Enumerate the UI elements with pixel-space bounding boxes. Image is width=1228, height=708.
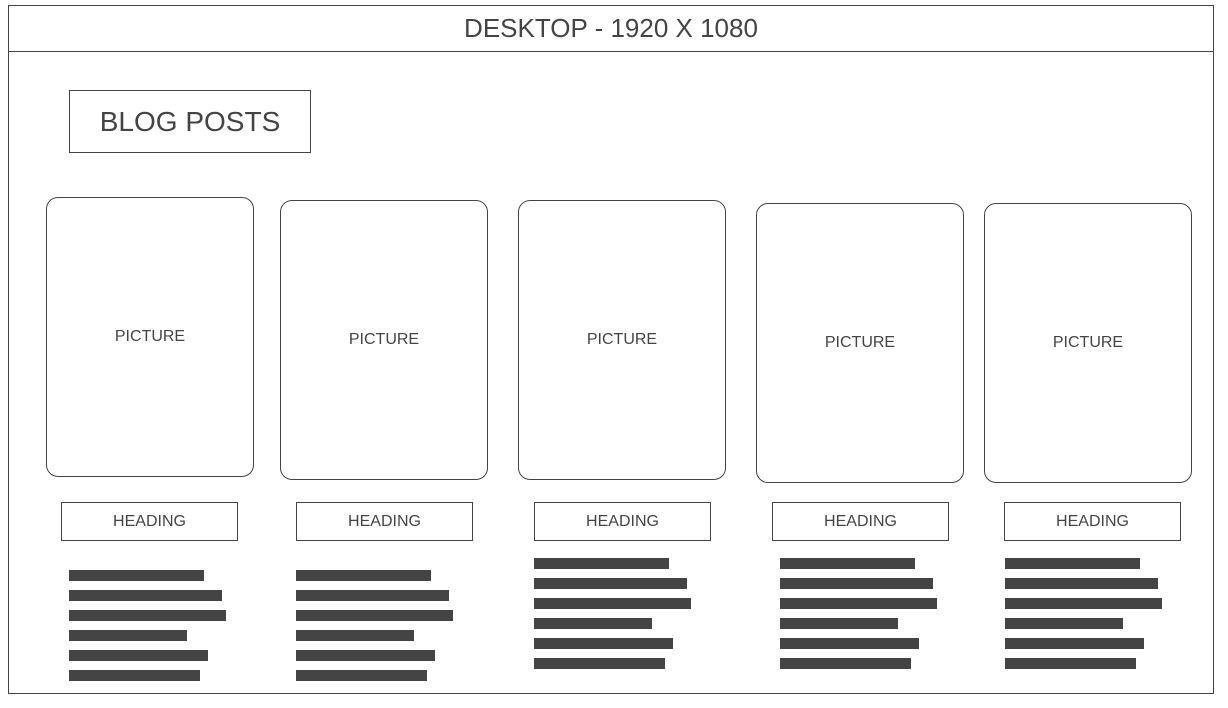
text-line <box>69 610 226 621</box>
text-line <box>296 650 435 661</box>
text-line <box>1005 578 1158 589</box>
section-label-blog-posts: BLOG POSTS <box>69 90 311 153</box>
text-line <box>534 618 652 629</box>
page-title: DESKTOP - 1920 X 1080 <box>9 6 1213 52</box>
desktop-frame: DESKTOP - 1920 X 1080 BLOG POSTS PICTURE… <box>8 5 1214 694</box>
text-line <box>780 638 919 649</box>
text-line <box>296 610 453 621</box>
text-line <box>780 558 915 569</box>
text-line <box>534 578 687 589</box>
post-heading-2[interactable]: HEADING <box>296 502 473 541</box>
post-heading-1[interactable]: HEADING <box>61 502 238 541</box>
text-line <box>1005 638 1144 649</box>
post-heading-3[interactable]: HEADING <box>534 502 711 541</box>
text-line <box>69 570 204 581</box>
text-line <box>1005 618 1123 629</box>
post-heading-4[interactable]: HEADING <box>772 502 949 541</box>
post-heading-5[interactable]: HEADING <box>1004 502 1181 541</box>
post-picture-5[interactable]: PICTURE <box>984 203 1192 483</box>
text-line <box>296 570 431 581</box>
text-line <box>1005 558 1140 569</box>
text-line <box>69 650 208 661</box>
text-line <box>534 638 673 649</box>
text-line <box>780 618 898 629</box>
text-line <box>69 670 200 681</box>
post-picture-3[interactable]: PICTURE <box>518 200 726 480</box>
text-line <box>780 578 933 589</box>
text-line <box>296 670 427 681</box>
text-line <box>534 658 665 669</box>
text-line <box>780 658 911 669</box>
text-line <box>1005 598 1162 609</box>
text-line <box>296 630 414 641</box>
text-line <box>534 558 669 569</box>
post-picture-4[interactable]: PICTURE <box>756 203 964 483</box>
text-line <box>534 598 691 609</box>
text-line <box>69 630 187 641</box>
post-picture-2[interactable]: PICTURE <box>280 200 488 480</box>
text-line <box>1005 658 1136 669</box>
text-line <box>296 590 449 601</box>
post-picture-1[interactable]: PICTURE <box>46 197 254 477</box>
text-line <box>780 598 937 609</box>
text-line <box>69 590 222 601</box>
